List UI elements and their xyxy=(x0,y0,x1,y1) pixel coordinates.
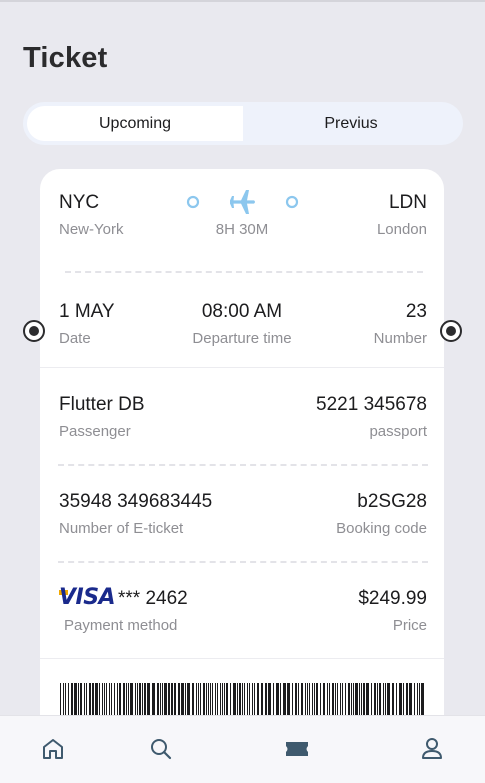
page-title: Ticket xyxy=(23,42,108,74)
dashed-divider xyxy=(58,561,428,563)
flight-path-icon xyxy=(186,190,299,214)
booking-code-label: Booking code xyxy=(336,520,427,537)
eticket-number: 35948 349683445 xyxy=(59,491,213,512)
profile-icon xyxy=(422,738,442,759)
section-divider xyxy=(40,367,444,368)
passenger-label: Passenger xyxy=(59,423,131,440)
payment-method-label: Payment method xyxy=(64,617,178,634)
airplane-icon xyxy=(230,190,255,214)
dashed-divider xyxy=(65,271,423,273)
ticket-notch-right xyxy=(440,320,462,342)
ticket-card: NYC New-York LDN London 8H 30M 1 MAY Dat… xyxy=(40,169,444,729)
section-divider xyxy=(40,658,444,659)
passenger-name: Flutter DB xyxy=(59,394,145,415)
departure-time: 08:00 AM xyxy=(201,301,283,322)
price-value: $249.99 xyxy=(358,588,427,609)
tab-upcoming[interactable]: Upcoming xyxy=(27,106,243,141)
booking-code: b2SG28 xyxy=(357,491,427,512)
search-icon xyxy=(151,739,172,760)
status-bar-divider xyxy=(0,0,485,2)
ticket-tabs: Upcoming Previus xyxy=(23,102,463,145)
origin-code: NYC xyxy=(59,192,100,213)
passport-label: passport xyxy=(369,423,427,440)
card-masked-number: *** 2462 xyxy=(118,588,188,609)
dashed-divider xyxy=(58,464,428,466)
ticket-icon xyxy=(286,742,308,756)
nav-search[interactable] xyxy=(146,734,176,764)
price-label: Price xyxy=(392,617,427,634)
bottom-navigation xyxy=(0,715,485,783)
passport-number: 5221 345678 xyxy=(316,394,427,415)
nav-home[interactable] xyxy=(38,734,68,764)
home-icon xyxy=(43,739,63,759)
nav-profile[interactable] xyxy=(417,734,447,764)
flight-duration: 8H 30M xyxy=(215,221,269,238)
ticket-notch-left xyxy=(23,320,45,342)
flight-number: 23 xyxy=(405,301,427,322)
eticket-label: Number of E-ticket xyxy=(59,520,184,537)
visa-logo: VISA xyxy=(59,585,116,610)
nav-tickets[interactable] xyxy=(282,734,312,764)
destination-code: LDN xyxy=(388,192,427,213)
flight-number-label: Number xyxy=(373,330,427,347)
tab-previous[interactable]: Previus xyxy=(243,106,459,141)
